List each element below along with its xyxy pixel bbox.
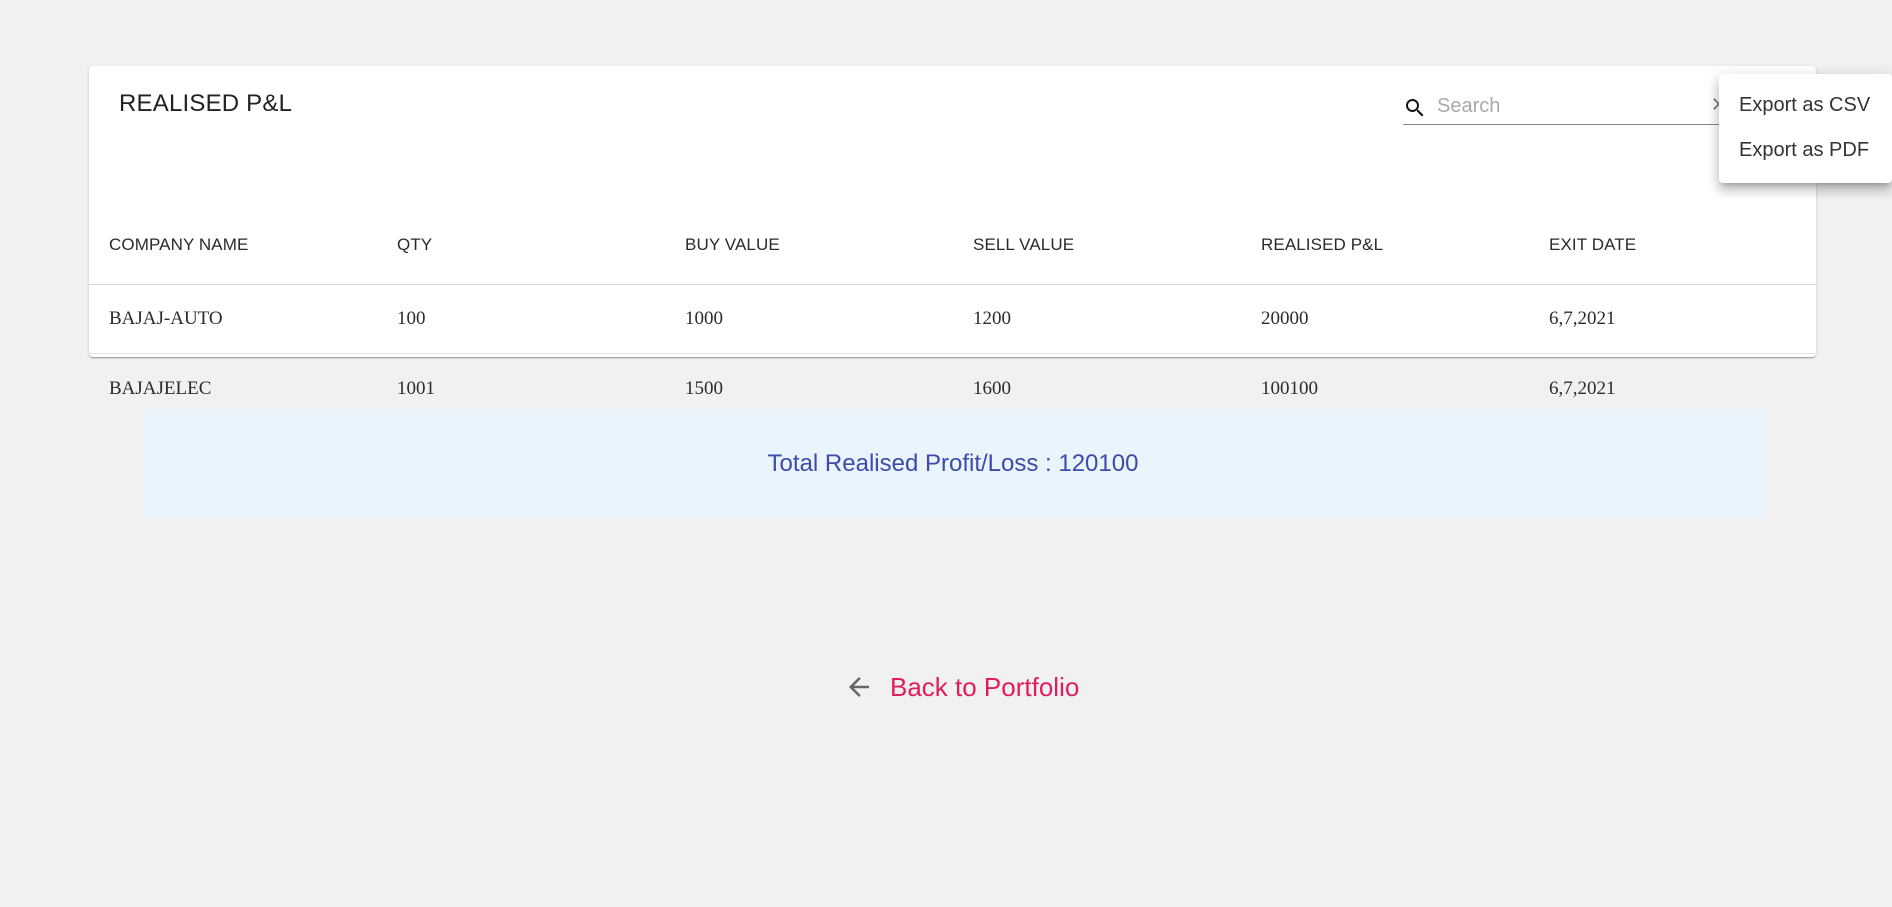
cell-buy-value: 1000 [685,308,723,329]
search-input[interactable] [1437,92,1707,120]
column-header-realised-pnl[interactable]: REALISED P&L [1261,235,1383,255]
back-to-portfolio-link[interactable]: Back to Portfolio [844,668,1079,706]
search-box [1403,90,1723,125]
cell-exit-date: 6,7,2021 [1549,308,1616,329]
total-realised-pnl-text: Total Realised Profit/Loss : 120100 [767,450,1139,477]
realised-pnl-table-card: REALISED P&L COMPANY NAME QTY BUY VALUE … [89,66,1816,399]
column-header-company-name[interactable]: COMPANY NAME [109,235,248,255]
column-header-exit-date[interactable]: EXIT DATE [1549,235,1636,255]
realised-pnl-page: REALISED P&L COMPANY NAME QTY BUY VALUE … [0,0,1892,907]
cell-company-name: BAJAJ-AUTO [109,308,223,329]
search-icon [1406,99,1424,117]
cell-qty: 1001 [397,378,435,399]
column-header-qty[interactable]: QTY [397,235,432,255]
cell-exit-date: 6,7,2021 [1549,378,1616,399]
export-csv-menu-item[interactable]: Export as CSV [1739,94,1870,117]
export-pdf-menu-item[interactable]: Export as PDF [1739,139,1869,162]
table-header-row: COMPANY NAME QTY BUY VALUE SELL VALUE RE… [89,172,1816,285]
cell-sell-value: 1200 [973,308,1011,329]
total-realised-pnl-banner: Total Realised Profit/Loss : 120100 [141,409,1765,518]
back-to-portfolio-label: Back to Portfolio [890,671,1080,702]
table-row: BAJAJ-AUTO 100 1000 1200 20000 6,7,2021 [89,284,1816,354]
cell-qty: 100 [397,308,426,329]
cell-company-name: BAJAJELEC [109,378,212,399]
cell-realised-pnl: 100100 [1261,378,1318,399]
cell-realised-pnl: 20000 [1261,308,1309,329]
table-title: REALISED P&L [119,90,293,117]
column-header-sell-value[interactable]: SELL VALUE [973,235,1074,255]
cell-buy-value: 1500 [685,378,723,399]
export-menu: Export as CSV Export as PDF [1719,74,1892,183]
cell-sell-value: 1600 [973,378,1011,399]
column-header-buy-value[interactable]: BUY VALUE [685,235,780,255]
arrow-left-icon [849,677,869,697]
